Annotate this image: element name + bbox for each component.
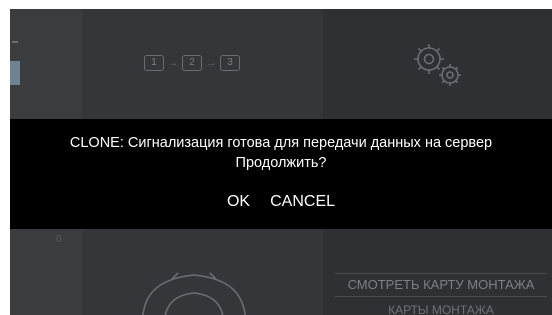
- ok-button[interactable]: OK: [225, 191, 252, 213]
- dialog-message: CLONE: Сигнализация готова для передачи …: [10, 133, 552, 173]
- dialog-message-line1: CLONE: Сигнализация готова для передачи …: [69, 135, 493, 151]
- car-icon: [142, 272, 246, 315]
- dash-mark: [12, 41, 18, 43]
- arrow-right-icon: →: [168, 57, 178, 69]
- tile-car[interactable]: [82, 227, 323, 315]
- step-1: 1: [144, 55, 164, 71]
- confirm-dialog: CLONE: Сигнализация готова для передачи …: [10, 119, 552, 229]
- view-map-button[interactable]: СМОТРЕТЬ КАРТУ МОНТАЖА: [335, 273, 547, 297]
- dialog-buttons: OK CANCEL: [10, 191, 552, 213]
- arrow-right-icon: →: [206, 57, 216, 69]
- step-2: 2: [182, 55, 202, 71]
- gears-icon: [414, 44, 461, 86]
- steps-indicator: 1 → 2 → 3: [144, 55, 240, 71]
- tile-steps[interactable]: 1 → 2 → 3: [82, 9, 323, 119]
- step-3: 3: [220, 55, 240, 71]
- side-indicator: [10, 61, 20, 85]
- side-digit: 0: [56, 234, 62, 245]
- dialog-message-line2: Продолжить?: [235, 155, 327, 171]
- tile-map-menu: СМОТРЕТЬ КАРТУ МОНТАЖА КАРТЫ МОНТАЖА: [323, 227, 552, 315]
- maps-button[interactable]: КАРТЫ МОНТАЖА: [335, 303, 547, 315]
- tile-settings[interactable]: [323, 9, 552, 119]
- cancel-button[interactable]: CANCEL: [268, 191, 337, 213]
